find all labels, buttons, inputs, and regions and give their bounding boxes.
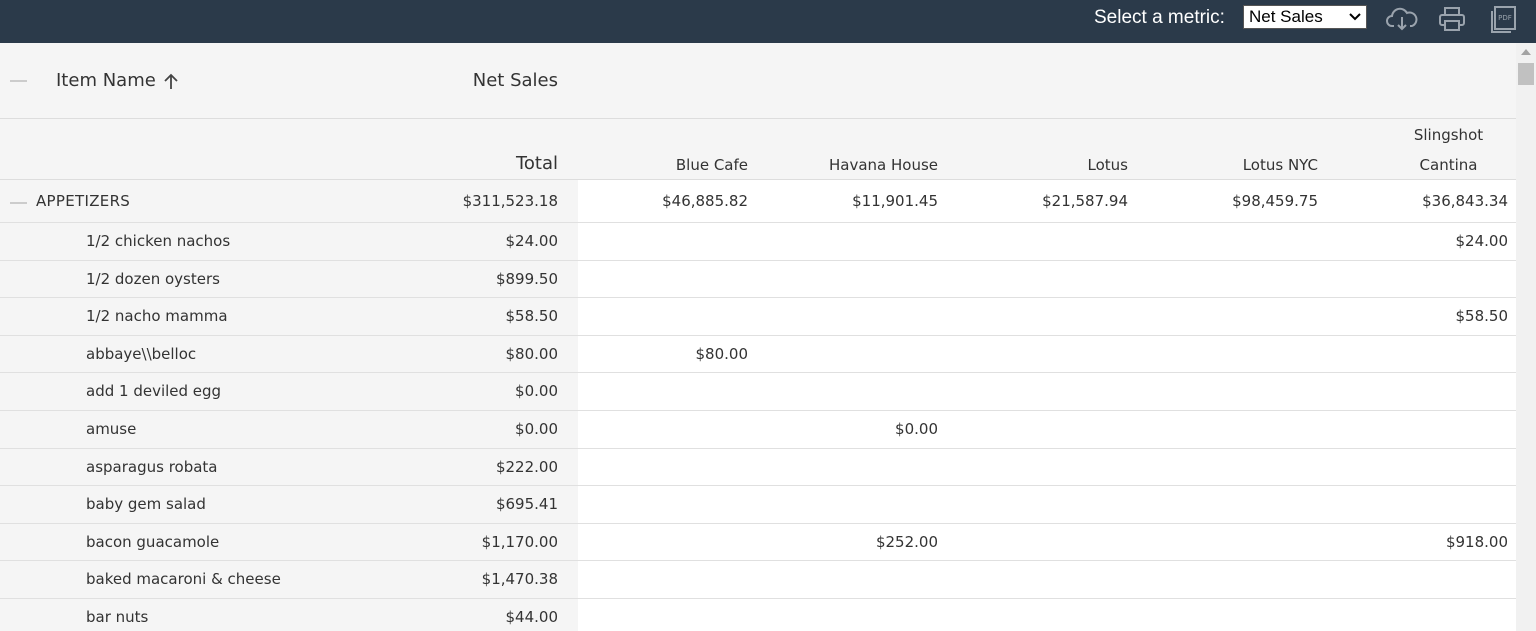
pivot-grid: Item Name Net Sales Total Blue Cafe Hava… <box>0 43 1516 631</box>
vertical-scrollbar[interactable] <box>1516 43 1536 631</box>
row-value-area <box>578 373 1516 410</box>
print-icon[interactable] <box>1436 5 1468 33</box>
value-havana-house: $252.00 <box>875 532 938 551</box>
table-row[interactable]: 1/2 dozen oysters $899.50 <box>0 260 1516 299</box>
value-total: $1,470.38 <box>481 570 558 589</box>
value-total: $899.50 <box>495 269 558 288</box>
row-value-area <box>578 561 1516 598</box>
table-row[interactable]: baby gem salad $695.41 <box>0 486 1516 524</box>
value-total: $44.00 <box>505 608 559 626</box>
group-name: APPETIZERS <box>36 192 131 210</box>
scroll-up-arrow-icon[interactable] <box>1521 49 1531 55</box>
item-name: asparagus robata <box>86 457 218 476</box>
item-name: amuse <box>86 420 137 438</box>
item-name: add 1 deviled egg <box>86 382 222 401</box>
column-header-lotus-nyc[interactable]: Lotus NYC <box>1138 156 1318 174</box>
value-havana-house: $0.00 <box>895 420 938 438</box>
value-slingshot-cantina: $58.50 <box>1455 307 1509 326</box>
value-havana-house: $11,901.45 <box>852 192 938 210</box>
table-row[interactable]: bacon guacamole $1,170.00 $252.00 $918.00 <box>0 523 1516 562</box>
chevron-down-icon <box>1349 13 1361 21</box>
value-total: $24.00 <box>505 232 559 250</box>
item-name: bar nuts <box>86 608 149 626</box>
grid-header-columns: Total Blue Cafe Havana House Lotus Lotus… <box>0 119 1516 180</box>
row-value-area <box>578 486 1516 523</box>
value-slingshot-cantina: $36,843.34 <box>1422 192 1508 210</box>
value-lotus-nyc: $98,459.75 <box>1232 192 1318 210</box>
value-blue-cafe: $46,885.82 <box>662 192 748 210</box>
table-row[interactable]: amuse $0.00 $0.00 <box>0 411 1516 449</box>
value-total: $0.00 <box>515 420 558 438</box>
sort-ascending-icon[interactable] <box>163 72 179 90</box>
svg-text:PDF: PDF <box>1498 14 1512 22</box>
column-header-lotus[interactable]: Lotus <box>948 156 1128 174</box>
collapse-group-icon[interactable] <box>10 202 27 204</box>
column-header-cantina[interactable]: Cantina <box>1380 156 1516 174</box>
value-total: $80.00 <box>505 344 559 363</box>
item-name: baked macaroni & cheese <box>86 570 281 589</box>
item-name: 1/2 dozen oysters <box>86 269 220 288</box>
value-total: $58.50 <box>505 307 559 326</box>
item-name: bacon guacamole <box>86 532 220 551</box>
row-value-area <box>578 411 1516 448</box>
table-row[interactable]: bar nuts $44.00 <box>0 599 1516 631</box>
row-value-area <box>578 448 1516 486</box>
table-row[interactable]: abbaye\\belloc $80.00 $80.00 <box>0 335 1516 374</box>
item-name-header[interactable]: Item Name <box>56 70 156 91</box>
metric-select-value: Net Sales <box>1249 7 1323 26</box>
toolbar: Select a metric: Net Sales PDF <box>0 0 1536 43</box>
table-row[interactable]: asparagus robata $222.00 <box>0 448 1516 487</box>
table-row[interactable]: 1/2 chicken nachos $24.00 $24.00 <box>0 223 1516 261</box>
value-lotus: $21,587.94 <box>1042 192 1128 210</box>
scroll-thumb[interactable] <box>1518 63 1534 85</box>
value-total: $695.41 <box>495 495 558 514</box>
value-total: $222.00 <box>495 457 558 476</box>
column-header-total[interactable]: Total <box>378 153 558 174</box>
column-header-havana-house[interactable]: Havana House <box>758 156 938 174</box>
row-value-area <box>578 599 1516 631</box>
value-total: $311,523.18 <box>462 192 558 210</box>
value-slingshot-cantina: $918.00 <box>1445 532 1508 551</box>
metric-header: Net Sales <box>472 70 558 91</box>
metric-label: Select a metric: <box>1094 7 1225 28</box>
cloud-download-icon[interactable] <box>1386 5 1418 33</box>
metric-select[interactable]: Net Sales <box>1243 5 1367 29</box>
table-row[interactable]: add 1 deviled egg $0.00 <box>0 373 1516 411</box>
table-row[interactable]: baked macaroni & cheese $1,470.38 <box>0 561 1516 599</box>
item-name: abbaye\\belloc <box>86 344 197 363</box>
pdf-icon[interactable]: PDF <box>1487 5 1519 33</box>
table-row[interactable]: 1/2 nacho mamma $58.50 $58.50 <box>0 298 1516 336</box>
value-total: $0.00 <box>515 382 558 401</box>
item-name: baby gem salad <box>86 495 206 514</box>
grid-header-top: Item Name Net Sales <box>0 43 1516 119</box>
column-header-blue-cafe[interactable]: Blue Cafe <box>568 156 748 174</box>
column-header-slingshot[interactable]: Slingshot <box>1380 126 1516 144</box>
collapse-all-icon[interactable] <box>10 80 27 82</box>
group-row[interactable]: APPETIZERS $311,523.18 $46,885.82 $11,901.4… <box>0 180 1516 223</box>
item-name: 1/2 chicken nachos <box>86 232 231 250</box>
value-slingshot-cantina: $24.00 <box>1455 232 1509 250</box>
row-value-area <box>578 260 1516 298</box>
value-blue-cafe: $80.00 <box>695 344 749 363</box>
item-name: 1/2 nacho mamma <box>86 307 228 326</box>
value-total: $1,170.00 <box>481 532 558 551</box>
